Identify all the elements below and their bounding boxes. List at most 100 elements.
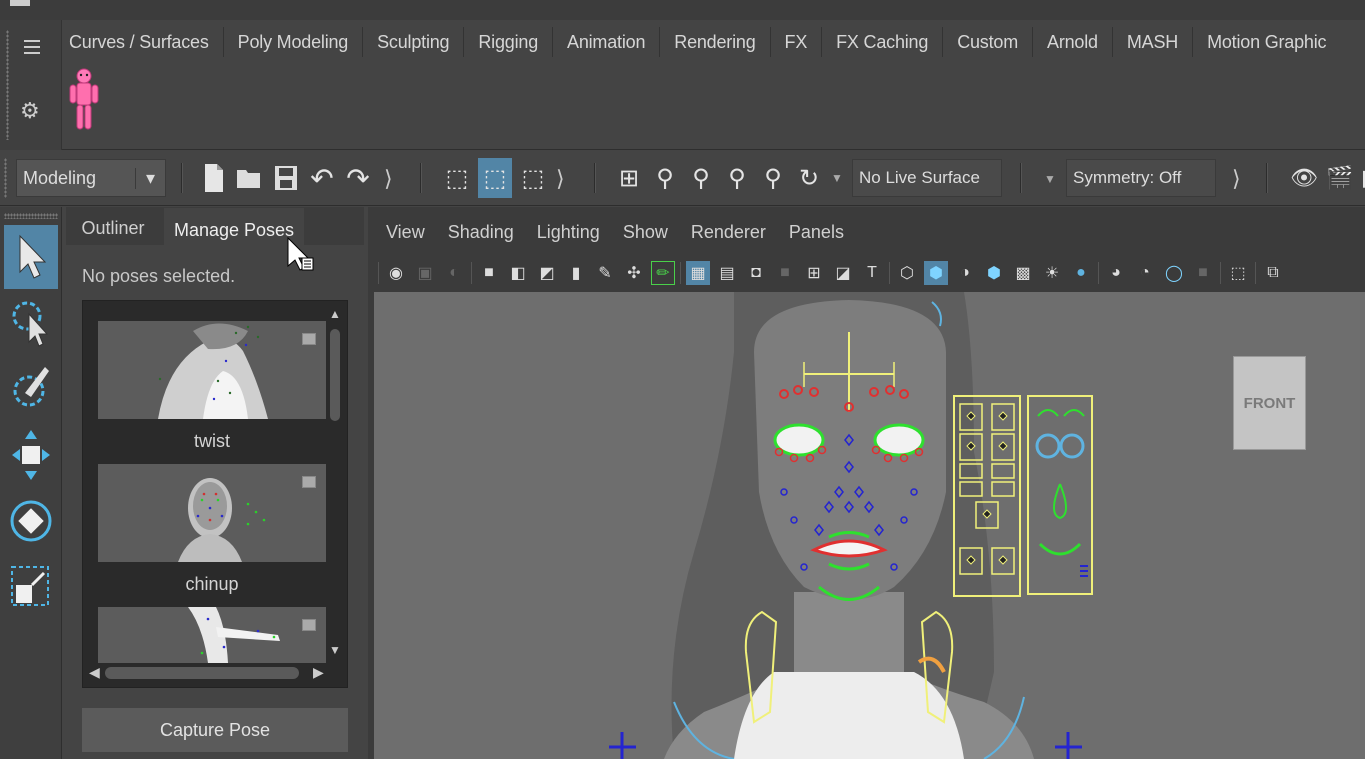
scroll-up-icon[interactable]: ▲ <box>329 307 341 321</box>
redo-icon[interactable]: ↷ <box>344 160 372 196</box>
render-view-icon[interactable]: 👁 <box>1290 160 1318 196</box>
tab-rendering[interactable]: Rendering <box>660 24 769 60</box>
character-rig-view[interactable] <box>374 292 1365 759</box>
character-pose-shelf-icon[interactable] <box>62 64 108 134</box>
scroll-thumb[interactable] <box>330 329 340 421</box>
tab-manage-poses[interactable]: Manage Poses <box>164 208 304 246</box>
pose-thumbnail[interactable] <box>98 607 326 663</box>
multisample-aa-icon[interactable]: ◯ <box>1162 261 1186 285</box>
select-by-hierarchy-icon[interactable]: ⬚ <box>442 158 472 198</box>
pose-item-third[interactable] <box>98 607 326 663</box>
collapse-arrow-icon[interactable]: ⟩ <box>384 166 393 192</box>
pose-thumbnail[interactable] <box>98 321 326 419</box>
collapse-arrow-icon[interactable]: ⟩ <box>1232 166 1241 192</box>
tab-curves-surfaces[interactable]: Curves / Surfaces <box>55 24 223 60</box>
pose-menu-icon[interactable] <box>302 333 316 345</box>
tab-motion-graphics[interactable]: Motion Graphic <box>1193 24 1340 60</box>
field-chart-icon[interactable]: ⊞ <box>802 261 826 285</box>
capture-pose-button[interactable]: Capture Pose <box>82 708 348 752</box>
select-camera-icon[interactable]: ◉ <box>384 261 408 285</box>
pose-item-chinup[interactable]: chinup <box>98 464 326 606</box>
bookmarks-icon[interactable]: ◐ <box>442 261 466 285</box>
3d-viewport[interactable]: FRONT <box>374 292 1365 759</box>
chevron-down-icon[interactable]: ▼ <box>830 160 844 196</box>
camera-2d-pan-icon[interactable]: ◧ <box>506 261 530 285</box>
pose-menu-icon[interactable] <box>302 476 316 488</box>
render-current-frame-icon[interactable]: 🎬 <box>1326 160 1354 196</box>
move-tool-button[interactable] <box>4 423 58 487</box>
lasso-tool-button[interactable] <box>4 291 58 355</box>
isolate-select-icon[interactable]: ⬚ <box>1226 261 1250 285</box>
tab-fx-caching[interactable]: FX Caching <box>822 24 942 60</box>
camera-attributes-icon[interactable]: ▣ <box>413 261 437 285</box>
scroll-thumb[interactable] <box>105 667 299 679</box>
resolution-gate-icon[interactable]: ◘ <box>744 261 768 285</box>
tab-poly-modeling[interactable]: Poly Modeling <box>224 24 362 60</box>
save-scene-icon[interactable] <box>272 160 300 196</box>
menu-panels[interactable]: Panels <box>789 222 844 243</box>
scroll-left-icon[interactable]: ◀ <box>89 664 100 681</box>
tab-sculpting[interactable]: Sculpting <box>363 24 463 60</box>
paint-icon[interactable]: ✎ <box>593 261 617 285</box>
depth-of-field-icon[interactable]: ■ <box>1191 261 1215 285</box>
tab-rigging[interactable]: Rigging <box>464 24 552 60</box>
tab-fx[interactable]: FX <box>771 24 822 60</box>
select-by-object-icon[interactable]: ⬚ <box>518 158 548 198</box>
tab-custom[interactable]: Custom <box>943 24 1032 60</box>
pose-menu-icon[interactable] <box>302 619 316 631</box>
tab-arnold[interactable]: Arnold <box>1033 24 1112 60</box>
shelf-menu-icon[interactable] <box>22 40 42 54</box>
motion-blur-icon[interactable]: ◔ <box>1133 261 1157 285</box>
shadows-icon[interactable]: ● <box>1069 261 1093 285</box>
open-scene-icon[interactable] <box>236 160 264 196</box>
grease-pencil-icon[interactable]: ◩ <box>535 261 559 285</box>
tab-animation[interactable]: Animation <box>553 24 659 60</box>
undo-icon[interactable]: ↶ <box>308 160 336 196</box>
snap-options-icon[interactable]: ↻ <box>794 160 824 196</box>
textured-icon[interactable]: ▩ <box>1011 261 1035 285</box>
snap-to-grid-icon[interactable]: ⊞ <box>614 160 644 196</box>
film-gate-icon[interactable]: ▤ <box>715 261 739 285</box>
pencil-icon[interactable]: ✏ <box>651 261 675 285</box>
scroll-down-icon[interactable]: ▼ <box>329 643 341 657</box>
snap-camera-icon[interactable]: ✣ <box>622 261 646 285</box>
use-all-lights-icon[interactable]: ☀ <box>1040 261 1064 285</box>
symmetry-dropdown[interactable]: Symmetry: Off <box>1066 159 1216 197</box>
pose-thumbnail[interactable] <box>98 464 326 562</box>
menu-view[interactable]: View <box>386 222 425 243</box>
grid-icon[interactable]: ▦ <box>686 261 710 285</box>
collapse-arrow-icon[interactable]: ⟩ <box>556 166 565 192</box>
menu-shading[interactable]: Shading <box>448 222 514 243</box>
chevron-down-icon[interactable]: ▼ <box>1044 172 1056 186</box>
view-cube[interactable]: FRONT <box>1233 356 1306 450</box>
horizontal-scrollbar[interactable]: ◀ ▶ <box>87 663 327 683</box>
live-surface-field[interactable]: No Live Surface <box>852 159 1002 197</box>
wireframe-on-shaded-icon[interactable]: ⬢ <box>982 261 1006 285</box>
menu-renderer[interactable]: Renderer <box>691 222 766 243</box>
shelf-settings-gear-icon[interactable]: ⚙ <box>20 98 40 124</box>
shelf-grip[interactable] <box>6 30 9 140</box>
menu-lighting[interactable]: Lighting <box>537 222 600 243</box>
menu-set-dropdown[interactable]: Modeling ▾ <box>16 159 166 197</box>
menu-show[interactable]: Show <box>623 222 668 243</box>
snap-to-point-icon[interactable]: ⚲ <box>686 160 716 196</box>
vertical-scrollbar[interactable]: ▲ ▼ <box>327 307 343 659</box>
snap-to-view-plane-icon[interactable]: ⚲ <box>722 160 752 196</box>
gate-mask-icon[interactable]: ■ <box>773 261 797 285</box>
tab-outliner[interactable]: Outliner <box>70 212 156 244</box>
default-material-icon[interactable]: ◑ <box>953 261 977 285</box>
image-plane-icon[interactable]: ■ <box>477 261 501 285</box>
wireframe-icon[interactable]: ⬡ <box>895 261 919 285</box>
screen-space-ao-icon[interactable]: ◕ <box>1104 261 1128 285</box>
safe-title-icon[interactable]: T <box>860 261 884 285</box>
select-tool-button[interactable] <box>4 225 58 289</box>
tab-mash[interactable]: MASH <box>1113 24 1192 60</box>
xray-icon[interactable]: ⧉ <box>1261 261 1285 285</box>
snap-to-curve-icon[interactable]: ⚲ <box>650 160 680 196</box>
pose-item-twist[interactable]: twist <box>98 321 326 463</box>
safe-action-icon[interactable]: ◪ <box>831 261 855 285</box>
select-by-component-icon[interactable]: ⬚ <box>478 158 512 198</box>
scale-tool-button[interactable] <box>4 555 58 619</box>
rotate-tool-button[interactable] <box>4 489 58 553</box>
new-scene-icon[interactable] <box>200 160 228 196</box>
